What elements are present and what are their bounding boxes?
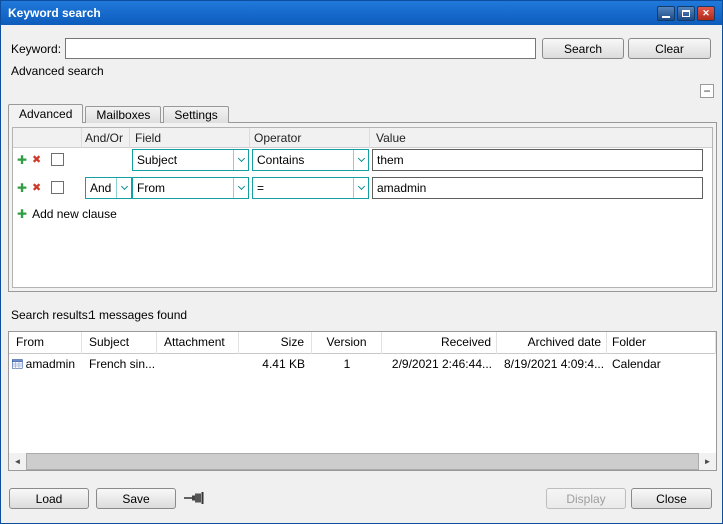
column-header-subject[interactable]: Subject [82, 332, 157, 354]
maximize-icon [682, 10, 690, 17]
result-received: 2/9/2021 2:46:44... [382, 354, 497, 374]
column-header-version[interactable]: Version [312, 332, 382, 354]
keyword-search-window: Keyword search ✕ Keyword: Search Clear A… [0, 0, 723, 524]
clause-value-input[interactable] [372, 177, 703, 199]
titlebar[interactable]: Keyword search ✕ [1, 1, 722, 25]
column-header-size[interactable]: Size [239, 332, 312, 354]
clause-grid: And/Or Field Operator Value ✚ ✖ Subject … [12, 127, 713, 288]
add-clause-icon: ✚ [17, 207, 27, 221]
save-button[interactable]: Save [96, 488, 176, 509]
keyword-label: Keyword: [11, 42, 61, 56]
chevron-down-icon [353, 178, 368, 198]
delete-clause-icon[interactable]: ✖ [32, 180, 41, 196]
load-button[interactable]: Load [9, 488, 89, 509]
results-header-row: From Subject Attachment Size Version Rec… [9, 332, 716, 354]
advanced-tab-panel: And/Or Field Operator Value ✚ ✖ Subject … [8, 122, 717, 292]
search-button[interactable]: Search [542, 38, 624, 59]
minimize-button[interactable] [657, 6, 675, 21]
tab-mailboxes[interactable]: Mailboxes [85, 106, 161, 123]
pin-icon[interactable] [184, 491, 205, 508]
operator-combo[interactable]: = [252, 177, 369, 199]
operator-combo-value: Contains [257, 153, 353, 167]
result-attachment [157, 354, 239, 374]
clause-value-input[interactable] [372, 149, 703, 171]
clause-row: ✚ ✖ And From = [13, 177, 712, 201]
add-clause-icon[interactable]: ✚ [17, 180, 27, 196]
minimize-icon [662, 16, 670, 18]
column-divider [129, 128, 130, 148]
column-header-attachment[interactable]: Attachment [157, 332, 239, 354]
column-header-from[interactable]: From [9, 332, 82, 354]
keyword-input[interactable] [65, 38, 536, 59]
search-results-count: 1 messages found [89, 308, 187, 322]
window-controls: ✕ [657, 6, 715, 21]
clear-button[interactable]: Clear [628, 38, 711, 59]
scroll-right-icon[interactable]: ► [699, 453, 716, 470]
result-row[interactable]: amadmin French sin... 4.41 KB 1 2/9/2021… [9, 354, 716, 374]
field-combo-value: Subject [137, 153, 233, 167]
close-window-button[interactable]: ✕ [697, 6, 715, 21]
result-from: amadmin [26, 354, 75, 374]
result-subject: French sin... [82, 354, 157, 374]
clause-grid-header: And/Or Field Operator Value [13, 128, 712, 148]
scroll-left-icon[interactable]: ◄ [9, 453, 26, 470]
andor-combo-value: And [90, 181, 116, 195]
column-divider [369, 128, 370, 148]
header-value: Value [376, 131, 406, 145]
clause-checkbox[interactable] [51, 181, 64, 194]
result-archived-date: 8/19/2021 4:09:4... [497, 354, 607, 374]
field-combo[interactable]: Subject [132, 149, 249, 171]
clause-row: ✚ ✖ Subject Contains [13, 149, 712, 173]
tab-settings[interactable]: Settings [163, 106, 228, 123]
results-grid: From Subject Attachment Size Version Rec… [8, 331, 717, 471]
collapse-section-button[interactable]: − [700, 84, 714, 98]
close-icon: ✕ [702, 9, 710, 18]
add-new-clause-label: Add new clause [32, 207, 117, 221]
field-combo-value: From [137, 181, 233, 195]
result-version: 1 [312, 354, 382, 374]
clause-checkbox[interactable] [51, 153, 64, 166]
header-andor: And/Or [85, 131, 123, 145]
tab-advanced[interactable]: Advanced [8, 104, 83, 123]
result-folder: Calendar [607, 354, 716, 374]
chevron-down-icon [353, 150, 368, 170]
column-header-folder[interactable]: Folder [607, 332, 716, 354]
display-button[interactable]: Display [546, 488, 626, 509]
operator-combo-value: = [257, 181, 353, 195]
scrollbar-thumb[interactable] [26, 453, 699, 470]
header-field: Field [135, 131, 161, 145]
chevron-down-icon [233, 178, 248, 198]
add-clause-icon[interactable]: ✚ [17, 152, 27, 168]
delete-clause-icon[interactable]: ✖ [32, 152, 41, 168]
add-new-clause-button[interactable]: ✚ Add new clause [17, 207, 117, 221]
tab-strip: Advanced Mailboxes Settings [8, 104, 231, 123]
operator-combo[interactable]: Contains [252, 149, 369, 171]
chevron-down-icon [233, 150, 248, 170]
column-divider [81, 128, 82, 148]
window-title: Keyword search [8, 6, 101, 20]
maximize-button[interactable] [677, 6, 695, 21]
column-header-archived-date[interactable]: Archived date [497, 332, 607, 354]
column-divider [249, 128, 250, 148]
calendar-item-icon [12, 356, 23, 372]
collapse-minus-icon: − [703, 84, 710, 98]
close-button[interactable]: Close [631, 488, 712, 509]
horizontal-scrollbar[interactable]: ◄ ► [9, 453, 716, 470]
field-combo[interactable]: From [132, 177, 249, 199]
result-from-cell: amadmin [9, 354, 82, 374]
advanced-search-header: Advanced search [11, 64, 104, 78]
header-operator: Operator [254, 131, 301, 145]
andor-combo[interactable]: And [85, 177, 132, 199]
search-results-label: Search results: [11, 308, 91, 322]
chevron-down-icon [116, 178, 131, 198]
result-size: 4.41 KB [239, 354, 312, 374]
column-header-received[interactable]: Received [382, 332, 497, 354]
